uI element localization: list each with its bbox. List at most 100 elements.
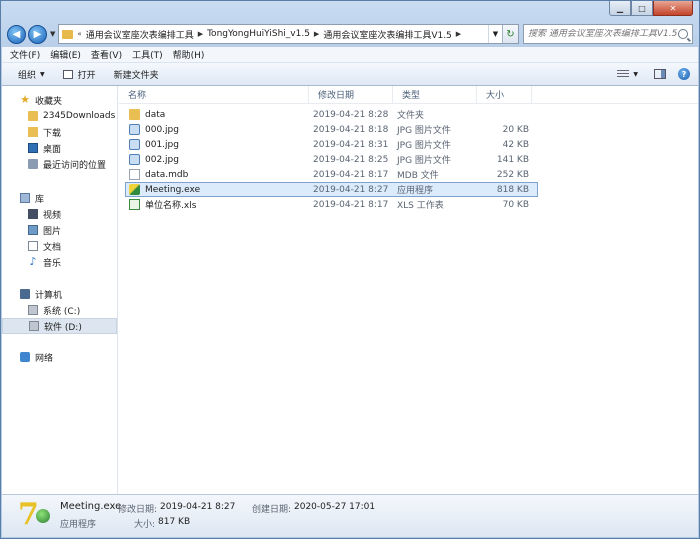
picture-icon bbox=[28, 225, 38, 235]
preview-pane-icon[interactable] bbox=[654, 69, 666, 79]
library-icon bbox=[20, 193, 30, 203]
sidebar-item-downloads[interactable]: 下载 bbox=[2, 124, 117, 140]
column-header-type[interactable]: 类型 bbox=[393, 86, 477, 103]
sidebar-item-libraries[interactable]: 库 bbox=[2, 190, 117, 206]
exe-large-icon: 7 bbox=[18, 499, 50, 533]
sidebar-item-pictures[interactable]: 图片 bbox=[2, 222, 117, 238]
file-row[interactable]: data 2019-04-21 8:28 文件夹 bbox=[125, 107, 538, 122]
sidebar-item-recent-places[interactable]: 最近访问的位置 bbox=[2, 156, 117, 172]
file-row-selected[interactable]: Meeting.exe 2019-04-21 8:27 应用程序 818 KB bbox=[125, 182, 538, 197]
open-button[interactable]: 打开 bbox=[62, 68, 96, 81]
sidebar-item-2345downloads[interactable]: 2345Downloads bbox=[2, 108, 117, 124]
chevron-right-icon[interactable]: ▶ bbox=[456, 30, 461, 38]
drive-icon bbox=[29, 321, 39, 331]
search-icon[interactable] bbox=[678, 29, 688, 39]
menu-view[interactable]: 查看(V) bbox=[91, 48, 122, 61]
file-size: 70 KB bbox=[502, 199, 529, 210]
close-button[interactable]: ✕ bbox=[653, 1, 693, 16]
sidebar-item-favorites[interactable]: ★ 收藏夹 bbox=[2, 92, 117, 108]
explorer-window: ▁ □ ✕ ◀ ▶ ▼ « 通用会议室座次表编排工具 ▶ TongYongHui… bbox=[0, 0, 700, 539]
file-name-cell: 单位名称.xls bbox=[126, 198, 310, 211]
sidebar-item-label: 收藏夹 bbox=[35, 96, 63, 107]
jpg-icon bbox=[129, 139, 140, 150]
help-icon[interactable]: ? bbox=[678, 68, 690, 80]
window-icon bbox=[62, 69, 73, 79]
breadcrumb-item[interactable]: TongYongHuiYiShi_v1.5 bbox=[207, 29, 310, 39]
document-icon bbox=[28, 241, 38, 251]
breadcrumb-item[interactable]: 通用会议室座次表编排工具V1.5 bbox=[323, 28, 451, 41]
sidebar-item-desktop[interactable]: 桌面 bbox=[2, 140, 117, 156]
organize-button[interactable]: 组织 ▼ bbox=[18, 68, 45, 81]
file-date: 2019-04-21 8:18 bbox=[313, 124, 389, 135]
chevron-down-icon[interactable]: ▼ bbox=[633, 71, 638, 78]
video-icon bbox=[28, 209, 38, 219]
file-row[interactable]: 001.jpg 2019-04-21 8:31 JPG 图片文件 42 KB bbox=[125, 137, 538, 152]
menu-help[interactable]: 帮助(H) bbox=[173, 48, 205, 61]
details-created-label: 创建日期: bbox=[252, 505, 292, 515]
jpg-icon bbox=[129, 154, 140, 165]
sidebar-item-label: 文档 bbox=[43, 242, 62, 253]
column-header-name[interactable]: 名称 bbox=[119, 86, 309, 103]
menu-file[interactable]: 文件(F) bbox=[10, 48, 40, 61]
chevron-right-icon[interactable]: ▶ bbox=[198, 30, 203, 38]
details-pane: 7 Meeting.exe 修改日期: 2019-04-21 8:27 创建日期… bbox=[2, 494, 698, 537]
sidebar-item-label: 网络 bbox=[35, 353, 54, 364]
download-folder-icon bbox=[28, 127, 38, 137]
new-folder-button[interactable]: 新建文件夹 bbox=[114, 68, 159, 81]
file-list-pane: 名称 修改日期 类型 大小 data 2019-04-21 8:28 文件夹 0… bbox=[119, 86, 698, 494]
view-options-icon[interactable] bbox=[617, 69, 630, 79]
sidebar-item-documents[interactable]: 文档 bbox=[2, 238, 117, 254]
file-name: Meeting.exe bbox=[145, 184, 201, 195]
exe-icon bbox=[129, 184, 140, 195]
file-size: 818 KB bbox=[496, 184, 529, 195]
network-icon bbox=[20, 352, 30, 362]
sidebar-item-computer[interactable]: 计算机 bbox=[2, 286, 117, 302]
recent-pages-dropdown[interactable]: ▼ bbox=[50, 30, 55, 38]
address-history-dropdown[interactable]: ▼ bbox=[488, 25, 502, 43]
back-button[interactable]: ◀ bbox=[7, 24, 26, 44]
navigation-pane: ★ 收藏夹 2345Downloads 下载 桌面 最近访问的位置 库 视频 图… bbox=[2, 86, 118, 494]
forward-button[interactable]: ▶ bbox=[28, 24, 47, 44]
file-size: 20 KB bbox=[502, 124, 529, 135]
column-header-size[interactable]: 大小 bbox=[477, 86, 532, 103]
new-folder-label: 新建文件夹 bbox=[113, 70, 159, 81]
chevron-right-icon[interactable]: ▶ bbox=[314, 30, 319, 38]
navigation-row: ◀ ▶ ▼ « 通用会议室座次表编排工具 ▶ TongYongHuiYiShi_… bbox=[7, 23, 693, 45]
sidebar-item-label: 下载 bbox=[43, 128, 62, 139]
maximize-button[interactable]: □ bbox=[631, 1, 653, 16]
details-modified-value: 2019-04-21 8:27 bbox=[160, 502, 236, 512]
sidebar-item-videos[interactable]: 视频 bbox=[2, 206, 117, 222]
refresh-icon[interactable]: ↻ bbox=[502, 25, 518, 43]
folder-icon bbox=[62, 29, 74, 39]
file-row[interactable]: data.mdb 2019-04-21 8:17 MDB 文件 252 KB bbox=[125, 167, 538, 182]
file-size bbox=[478, 108, 533, 121]
sidebar-item-label: 桌面 bbox=[43, 144, 62, 155]
menu-tools[interactable]: 工具(T) bbox=[132, 48, 163, 61]
search-input[interactable] bbox=[528, 29, 678, 39]
sidebar-item-drive-c[interactable]: 系统 (C:) bbox=[2, 302, 117, 318]
open-label: 打开 bbox=[77, 70, 96, 81]
sidebar-item-drive-d[interactable]: 软件 (D:) bbox=[2, 318, 117, 334]
sidebar-item-label: 音乐 bbox=[43, 258, 62, 269]
sidebar-item-music[interactable]: ♪ 音乐 bbox=[2, 254, 117, 270]
minimize-button[interactable]: ▁ bbox=[609, 1, 631, 16]
details-modified-label: 修改日期: bbox=[118, 505, 158, 515]
file-row[interactable]: 000.jpg 2019-04-21 8:18 JPG 图片文件 20 KB bbox=[125, 122, 538, 137]
sidebar-item-label: 最近访问的位置 bbox=[43, 160, 107, 171]
file-row[interactable]: 单位名称.xls 2019-04-21 8:17 XLS 工作表 70 KB bbox=[125, 197, 538, 212]
column-header-date[interactable]: 修改日期 bbox=[309, 86, 393, 103]
folder-icon bbox=[129, 109, 140, 120]
address-bar[interactable]: « 通用会议室座次表编排工具 ▶ TongYongHuiYiShi_v1.5 ▶… bbox=[58, 24, 519, 44]
breadcrumb-item[interactable]: 通用会议室座次表编排工具 bbox=[86, 28, 194, 41]
sidebar-item-label: 系统 (C:) bbox=[43, 306, 81, 317]
file-row[interactable]: 002.jpg 2019-04-21 8:25 JPG 图片文件 141 KB bbox=[125, 152, 538, 167]
menu-edit[interactable]: 编辑(E) bbox=[50, 48, 81, 61]
sidebar-item-network[interactable]: 网络 bbox=[2, 349, 117, 365]
file-type: JPG 图片文件 bbox=[397, 141, 451, 151]
search-box[interactable] bbox=[523, 24, 693, 44]
music-icon: ♪ bbox=[29, 255, 37, 268]
file-name-cell: data.mdb bbox=[126, 168, 310, 181]
chevron-down-icon: ▼ bbox=[40, 70, 45, 78]
desktop-icon bbox=[28, 143, 38, 153]
address-overflow[interactable]: « bbox=[77, 30, 81, 38]
